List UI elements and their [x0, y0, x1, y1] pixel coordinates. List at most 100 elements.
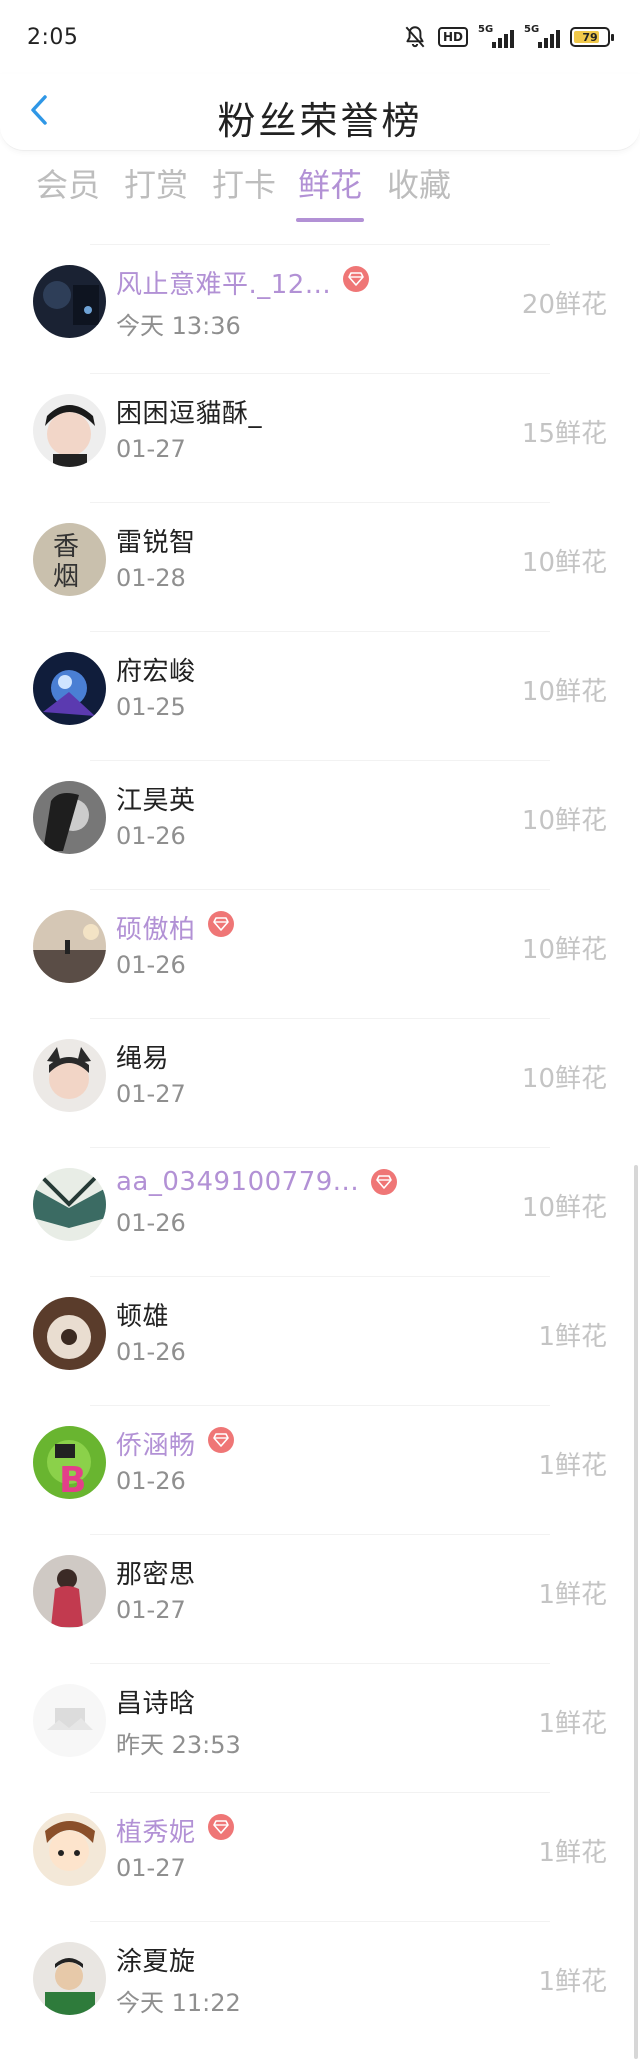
row-divider — [90, 373, 550, 374]
row-divider — [90, 1147, 550, 1148]
flower-count: 1鲜花 — [538, 1322, 607, 1352]
fan-name[interactable]: 植秀妮 — [116, 1812, 196, 1849]
fan-date: 01-26 — [116, 951, 186, 979]
flower-count: 10鲜花 — [521, 1193, 607, 1223]
row-divider — [90, 760, 550, 761]
hd-icon: HD — [437, 27, 468, 47]
fan-date: 01-27 — [116, 1080, 186, 1108]
avatar[interactable] — [33, 652, 106, 725]
row-divider — [90, 631, 550, 632]
flower-count: 1鲜花 — [538, 1967, 607, 1997]
fan-row[interactable]: B 侨涵畅 01-26 1鲜花 — [0, 1405, 640, 1534]
vip-diamond-icon — [208, 1814, 234, 1840]
avatar[interactable] — [33, 1039, 106, 1112]
row-divider — [90, 1921, 550, 1922]
avatar[interactable] — [33, 1813, 106, 1886]
category-tabs: 会员 打赏 打卡 鲜花 收藏 — [0, 160, 640, 230]
status-icons: HD 5G 5G 79 — [402, 24, 614, 50]
avatar[interactable]: B — [33, 1426, 106, 1499]
flower-count: 10鲜花 — [521, 548, 607, 578]
status-bar: 2:05 HD 5G 5G 79 — [0, 0, 640, 74]
fan-name[interactable]: 昌诗晗 — [116, 1683, 196, 1720]
fan-row[interactable]: 风止意难平._12... 今天 13:36 20鲜花 — [0, 244, 640, 373]
vip-diamond-icon — [208, 1427, 234, 1453]
fan-name[interactable]: 江昊英 — [116, 780, 196, 817]
tab-1[interactable]: 打赏 — [111, 160, 201, 206]
vip-diamond-icon — [208, 911, 234, 937]
fan-name[interactable]: 硕傲柏 — [116, 909, 196, 946]
fan-row[interactable]: 硕傲柏 01-26 10鲜花 — [0, 889, 640, 1018]
fan-row[interactable]: 香烟雷锐智 01-28 10鲜花 — [0, 502, 640, 631]
fan-name[interactable]: 侨涵畅 — [116, 1425, 196, 1462]
avatar[interactable] — [33, 1942, 106, 2015]
avatar[interactable] — [33, 1297, 106, 1370]
row-divider — [90, 502, 550, 503]
fan-row[interactable]: 府宏峻 01-25 10鲜花 — [0, 631, 640, 760]
flower-count: 1鲜花 — [538, 1838, 607, 1868]
row-divider — [90, 1276, 550, 1277]
scrollbar[interactable] — [634, 1165, 638, 2059]
signal-icon-a: 5G — [478, 24, 514, 48]
fan-name[interactable]: 雷锐智 — [116, 522, 196, 559]
fan-row[interactable]: 顿雄 01-26 1鲜花 — [0, 1276, 640, 1405]
avatar[interactable] — [33, 1684, 106, 1757]
tab-2[interactable]: 打卡 — [199, 160, 289, 206]
tab-4[interactable]: 收藏 — [374, 160, 464, 206]
tab-0[interactable]: 会员 — [23, 160, 113, 206]
fan-name[interactable]: 府宏峻 — [116, 651, 196, 688]
flower-count: 10鲜花 — [521, 806, 607, 836]
fan-name[interactable]: 那密思 — [116, 1554, 196, 1591]
flower-count: 1鲜花 — [538, 1580, 607, 1610]
fan-row[interactable]: 植秀妮 01-27 1鲜花 — [0, 1792, 640, 1921]
flower-count: 10鲜花 — [521, 1064, 607, 1094]
battery-icon: 79 — [570, 27, 614, 47]
tab-3[interactable]: 鲜花 — [285, 160, 375, 206]
fan-row[interactable]: 江昊英 01-26 10鲜花 — [0, 760, 640, 889]
flower-count: 15鲜花 — [521, 419, 607, 449]
avatar[interactable] — [33, 781, 106, 854]
fan-date: 01-27 — [116, 1596, 186, 1624]
fan-row[interactable]: aa_0349100779... 01-26 10鲜花 — [0, 1147, 640, 1276]
fan-name[interactable]: 绳易 — [116, 1038, 169, 1075]
fan-name[interactable]: 涂夏旋 — [116, 1941, 196, 1978]
status-time: 2:05 — [27, 24, 79, 50]
fan-date: 01-27 — [116, 435, 186, 463]
row-divider — [90, 889, 550, 890]
vip-diamond-icon — [371, 1169, 397, 1195]
avatar[interactable] — [33, 265, 106, 338]
row-divider — [90, 1405, 550, 1406]
avatar[interactable] — [33, 1555, 106, 1628]
flower-count: 1鲜花 — [538, 1709, 607, 1739]
active-tab-underline — [296, 218, 364, 222]
row-divider — [90, 1018, 550, 1019]
fan-date: 01-26 — [116, 1338, 186, 1366]
fan-row[interactable]: 绳易 01-27 10鲜花 — [0, 1018, 640, 1147]
page-title: 粉丝荣誉榜 — [217, 99, 423, 143]
avatar[interactable] — [33, 1168, 106, 1241]
fan-name[interactable]: 风止意难平._12... — [116, 264, 331, 301]
avatar[interactable] — [33, 910, 106, 983]
avatar[interactable]: 香烟 — [33, 523, 106, 596]
row-divider — [90, 244, 550, 245]
bell-muted-icon — [405, 26, 425, 48]
fan-name[interactable]: 困困逗貓酥_ — [116, 393, 262, 430]
fan-date: 今天 11:22 — [116, 1989, 241, 2017]
avatar[interactable] — [33, 394, 106, 467]
fan-date: 01-25 — [116, 693, 186, 721]
signal-icon-b: 5G — [524, 24, 560, 48]
svg-text:烟: 烟 — [53, 562, 79, 592]
fan-name[interactable]: aa_0349100779... — [116, 1167, 359, 1197]
fan-honor-page: 2:05 HD 5G 5G 79 粉丝荣誉榜 会员 打赏 打卡 鲜花 收藏 风止… — [0, 0, 640, 2059]
fan-date: 01-28 — [116, 564, 186, 592]
svg-text:B: B — [59, 1460, 86, 1499]
fan-name[interactable]: 顿雄 — [116, 1296, 169, 1333]
row-divider — [90, 1534, 550, 1535]
fan-row[interactable]: 那密思 01-27 1鲜花 — [0, 1534, 640, 1663]
fan-row[interactable]: 昌诗晗 昨天 23:53 1鲜花 — [0, 1663, 640, 1792]
fan-date: 今天 13:36 — [116, 312, 241, 340]
vip-diamond-icon — [343, 266, 369, 292]
fan-row[interactable]: 困困逗貓酥_ 01-27 15鲜花 — [0, 373, 640, 502]
flower-count: 1鲜花 — [538, 1451, 607, 1481]
fan-date: 01-26 — [116, 1209, 186, 1237]
fan-row[interactable]: 涂夏旋今天 11:22 1鲜花 — [0, 1921, 640, 2050]
